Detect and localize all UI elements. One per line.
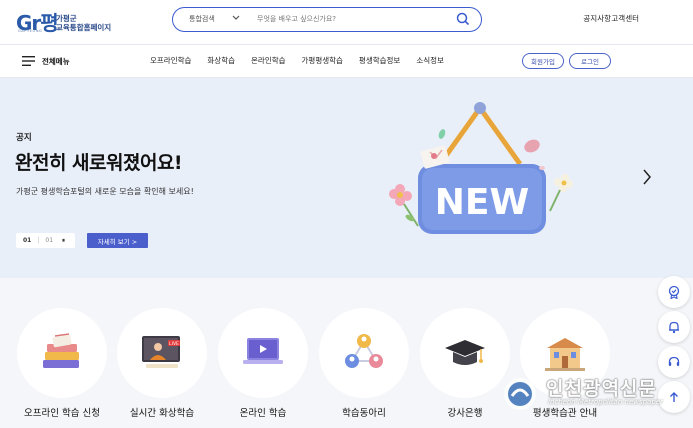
- live-video-icon: LIVE: [142, 336, 180, 368]
- books-icon: [43, 333, 79, 368]
- pager-total: 01: [45, 237, 54, 244]
- floating-notification-button[interactable]: [658, 311, 690, 343]
- nav-item-info[interactable]: 평생학습정보: [359, 55, 400, 66]
- headset-icon: [668, 356, 680, 366]
- logo-line-1: 가평군: [56, 14, 77, 23]
- hamburger-icon: [22, 56, 35, 66]
- nav-item-online[interactable]: 온라인학습: [251, 55, 286, 66]
- pager-separator: |: [37, 237, 40, 244]
- hero-title: 완전히 새로워졌어요!: [15, 152, 183, 174]
- quick-link-instructor[interactable]: 강사은행: [420, 308, 510, 428]
- watermark-subtext: incheon Metropolitan newspaper: [548, 398, 663, 406]
- new-sign-illustration: NEW: [389, 102, 573, 234]
- flower-icon: [549, 174, 573, 212]
- site-logo[interactable]: Gr평 GAPYEONG 가평군 교육통합홈페이지: [16, 5, 126, 37]
- quick-link-circle: LIVE: [117, 308, 207, 398]
- pager-current: 01: [23, 237, 32, 244]
- laptop-icon: [243, 338, 283, 364]
- newspaper-watermark: 인천광역신문 incheon Metropolitan newspaper: [502, 374, 692, 414]
- hero-tag: 공지: [16, 133, 32, 143]
- nav-item-offline[interactable]: 오프라인학습: [150, 55, 191, 66]
- search-icon[interactable]: [455, 11, 471, 27]
- all-menu-label: 전체메뉴: [42, 56, 70, 66]
- hero-banner: 공지 완전히 새로워졌어요! 가평군 평생학습포털의 새로운 모습을 확인해 보…: [0, 78, 693, 278]
- logo-text: 가평군 교육통합홈페이지: [56, 14, 111, 32]
- join-button[interactable]: 회원가입: [522, 53, 564, 69]
- hero-description: 가평군 평생학습포털의 새로운 모습을 확인해 보세요!: [16, 187, 194, 196]
- login-button[interactable]: 로그인: [569, 53, 611, 69]
- logo-subtitle: GAPYEONG: [18, 29, 43, 33]
- nav-item-gapyeong[interactable]: 가평평생학습: [302, 55, 343, 66]
- people-network-icon: [345, 334, 383, 368]
- logo-line-2: 교육통합홈페이지: [56, 23, 112, 32]
- support-link[interactable]: 고객센터: [611, 13, 639, 24]
- quick-link-label: 온라인 학습: [239, 408, 287, 419]
- quick-link-club[interactable]: 학습동아리: [319, 308, 409, 428]
- flower-icon: [389, 184, 419, 227]
- notice-link[interactable]: 공지사항: [583, 13, 611, 24]
- floating-badge-button[interactable]: [658, 276, 690, 308]
- quick-link-label: 오프라인 학습 신청: [24, 408, 100, 419]
- chevron-down-icon[interactable]: [231, 12, 241, 24]
- nav-item-news[interactable]: 소식정보: [416, 55, 444, 66]
- svg-text:LIVE: LIVE: [169, 341, 179, 347]
- newspaper-emblem-icon: [504, 378, 536, 410]
- quick-link-circle: [420, 308, 510, 398]
- search-category-select[interactable]: 통합검색: [189, 14, 215, 24]
- nav-item-video[interactable]: 화상학습: [207, 55, 235, 66]
- pause-icon[interactable]: ⏸: [62, 237, 65, 245]
- search-input[interactable]: 무엇을 배우고 싶으신가요?: [257, 14, 336, 24]
- all-menu-button[interactable]: 전체메뉴: [22, 54, 70, 68]
- badge-icon: [668, 285, 680, 299]
- quick-link-circle: [319, 308, 409, 398]
- building-icon: [545, 338, 585, 371]
- quick-link-circle: [218, 308, 308, 398]
- bell-icon: [669, 321, 679, 334]
- detail-button[interactable]: 자세히 보기 >: [87, 233, 148, 248]
- nav-items: 오프라인학습 화상학습 온라인학습 가평평생학습 평생학습정보 소식정보: [150, 55, 460, 66]
- next-slide-arrow-icon[interactable]: [641, 168, 653, 186]
- new-sign-text: NEW: [435, 182, 529, 223]
- quick-link-label: 학습동아리: [342, 408, 386, 419]
- search-bar: 통합검색 무엇을 배우고 싶으신가요?: [172, 7, 482, 32]
- graduation-cap-icon: [445, 340, 485, 365]
- top-header: Gr평 GAPYEONG 가평군 교육통합홈페이지 통합검색 무엇을 배우고 싶…: [0, 0, 693, 42]
- main-nav: 전체메뉴 오프라인학습 화상학습 온라인학습 가평평생학습 평생학습정보 소식정…: [0, 45, 693, 77]
- slide-pager: 01 | 01 ⏸: [16, 233, 75, 248]
- quick-link-offline[interactable]: 오프라인 학습 신청: [17, 308, 107, 428]
- watermark-text: 인천광역신문: [546, 378, 657, 400]
- quick-link-label: 실시간 화상학습: [129, 408, 195, 419]
- quick-link-online[interactable]: 온라인 학습: [218, 308, 308, 428]
- quick-link-live[interactable]: LIVE 실시간 화상학습: [117, 308, 207, 428]
- quick-link-circle: [17, 308, 107, 398]
